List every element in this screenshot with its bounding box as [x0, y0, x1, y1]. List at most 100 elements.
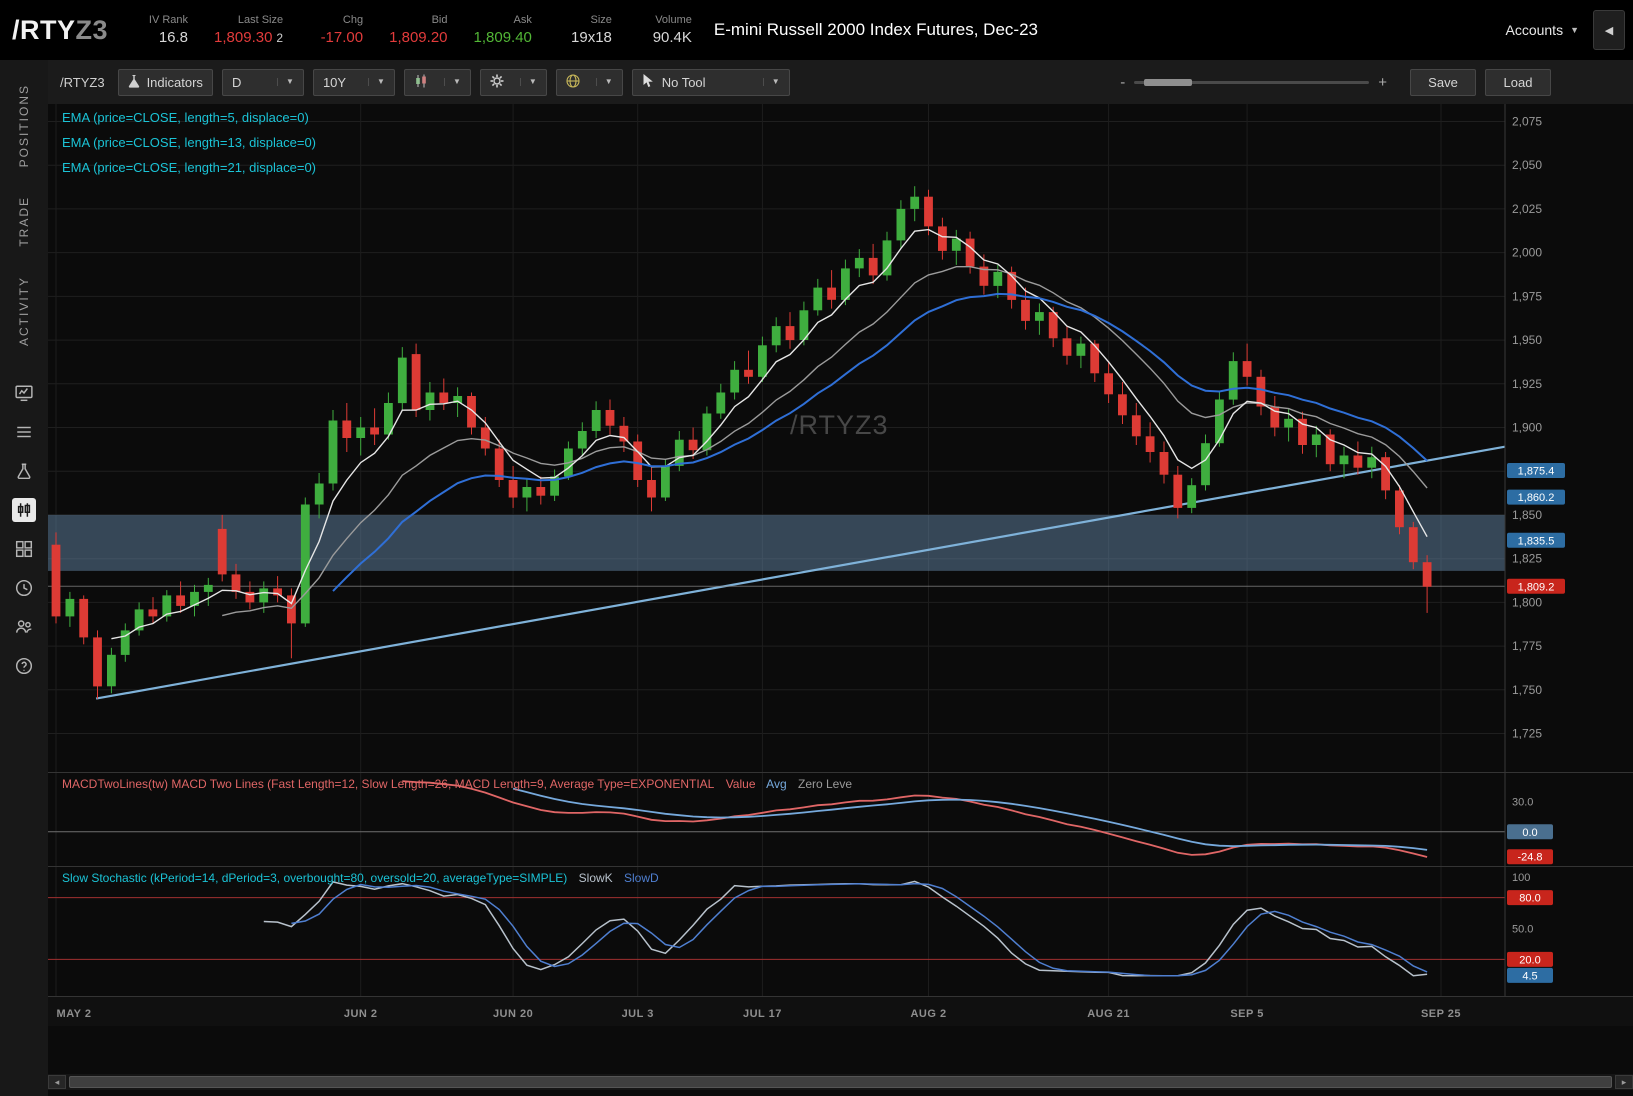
stat-volume: Volume 90.4K [638, 14, 692, 46]
help-icon[interactable] [12, 654, 36, 678]
stoch-panel-canvas[interactable]: 10050.080.020.04.5 [48, 866, 1633, 996]
macd-legend: MACDTwoLines(tw) MACD Two Lines (Fast Le… [62, 777, 860, 791]
stat-value: 1,809.20 [389, 29, 447, 46]
stat-label: Bid [432, 14, 448, 26]
ema-5-legend: EMA (price=CLOSE, length=5, displace=0) [62, 110, 316, 125]
svg-text:1,835.5: 1,835.5 [1518, 535, 1555, 547]
stat-label: Ask [514, 14, 532, 26]
left-sidebar: POSITIONS TRADE ACTIVITY [0, 60, 48, 1096]
cursor-icon [642, 73, 655, 91]
ema-13-legend: EMA (price=CLOSE, length=13, displace=0) [62, 135, 316, 150]
svg-text:4.5: 4.5 [1522, 970, 1537, 982]
svg-text:1,975: 1,975 [1512, 289, 1542, 303]
scroll-left-button[interactable]: ◂ [48, 1075, 66, 1089]
list-icon[interactable] [12, 420, 36, 444]
stat-label: Last Size [238, 14, 283, 26]
chart-candles-icon[interactable] [12, 498, 36, 522]
svg-text:1,950: 1,950 [1512, 333, 1542, 347]
stoch-legend-k: SlowK [579, 871, 613, 885]
macd-legend-zero: Zero Leve [798, 777, 852, 791]
svg-text:AUG 2: AUG 2 [910, 1008, 946, 1020]
flask-icon [128, 74, 140, 91]
symbol-title: /RTYZ3 [12, 15, 108, 46]
chart-settings-button[interactable]: ▼ [480, 69, 547, 96]
stat-label: IV Rank [149, 14, 188, 26]
svg-text:1,900: 1,900 [1512, 421, 1542, 435]
save-button[interactable]: Save [1410, 69, 1476, 96]
stat-ask: Ask 1,809.40 [474, 14, 532, 46]
stat-value: 1,809.40 [474, 29, 532, 46]
svg-text:1,775: 1,775 [1512, 639, 1542, 653]
stat-value: 90.4K [653, 29, 692, 46]
gear-icon [490, 74, 504, 91]
svg-text:80.0: 80.0 [1519, 893, 1540, 905]
accounts-label: Accounts [1505, 22, 1563, 38]
sidebar-icons [12, 381, 36, 678]
timeframe-dropdown[interactable]: D ▼ [222, 69, 304, 96]
load-button[interactable]: Load [1485, 69, 1551, 96]
chevron-down-icon: ▼ [596, 78, 613, 86]
sidebar-tab-positions[interactable]: POSITIONS [17, 84, 31, 172]
svg-text:1,725: 1,725 [1512, 727, 1542, 741]
ema-21-legend: EMA (price=CLOSE, length=21, displace=0) [62, 160, 316, 175]
stat-label: Size [590, 14, 611, 26]
ema-legend: EMA (price=CLOSE, length=5, displace=0) … [62, 110, 316, 185]
last-size-qty: 2 [276, 31, 283, 45]
svg-text:-24.8: -24.8 [1517, 852, 1542, 864]
horizontal-scrollbar[interactable]: ◂ ▸ [48, 1074, 1633, 1090]
svg-text:2,000: 2,000 [1512, 246, 1542, 260]
candlestick-icon [414, 74, 428, 91]
price-chart-canvas[interactable]: /RTYZ32,0752,0502,0252,0001,9751,9501,92… [48, 104, 1633, 772]
header-right: Accounts ▼ ◀ [1505, 10, 1625, 50]
scroll-right-button[interactable]: ▸ [1615, 1075, 1633, 1089]
svg-text:50.0: 50.0 [1512, 924, 1533, 936]
stoch-legend-main: Slow Stochastic (kPeriod=14, dPeriod=3, … [62, 871, 567, 885]
stoch-legend-d: SlowD [624, 871, 659, 885]
svg-text:2,075: 2,075 [1512, 115, 1542, 129]
range-dropdown[interactable]: 10Y ▼ [313, 69, 395, 96]
collapse-panel-button[interactable]: ◀ [1593, 10, 1625, 50]
stat-label: Chg [343, 14, 363, 26]
drawing-tool-dropdown[interactable]: No Tool ▼ [632, 69, 790, 96]
chart-toolbar: /RTYZ3 Indicators D ▼ 10Y ▼ ▼ ▼ [48, 60, 1633, 104]
flask-icon[interactable] [12, 459, 36, 483]
chart-type-dropdown[interactable]: ▼ [404, 69, 471, 96]
zoom-in-button[interactable]: + [1378, 74, 1387, 91]
stat-value: -17.00 [321, 29, 364, 46]
quote-stats: IV Rank 16.8 Last Size 1,809.302 Chg -17… [134, 14, 692, 46]
zoom-out-button[interactable]: - [1120, 74, 1125, 91]
stat-value: 1,809.302 [214, 29, 283, 46]
svg-text:SEP 25: SEP 25 [1421, 1008, 1461, 1020]
svg-text:20.0: 20.0 [1519, 954, 1540, 966]
grid-icon[interactable] [12, 537, 36, 561]
symbol-suffix: Z3 [76, 15, 109, 45]
svg-text:1,925: 1,925 [1512, 377, 1542, 391]
svg-text:1,750: 1,750 [1512, 683, 1542, 697]
stat-value: 16.8 [159, 29, 188, 46]
indicators-button[interactable]: Indicators [118, 69, 213, 96]
clock-icon[interactable] [12, 576, 36, 600]
header: /RTYZ3 IV Rank 16.8 Last Size 1,809.302 … [0, 0, 1633, 60]
svg-text:MAY 2: MAY 2 [57, 1008, 92, 1020]
zoom-slider[interactable] [1134, 81, 1369, 84]
scrollbar-thumb[interactable] [69, 1076, 1612, 1088]
macd-legend-value: Value [726, 777, 756, 791]
globe-style-dropdown[interactable]: ▼ [556, 69, 623, 96]
accounts-dropdown[interactable]: Accounts ▼ [1505, 22, 1579, 38]
macd-legend-avg: Avg [766, 777, 786, 791]
zoom-slider-handle[interactable] [1144, 79, 1192, 86]
toolbar-symbol-label: /RTYZ3 [60, 75, 105, 90]
monitor-chart-icon[interactable] [12, 381, 36, 405]
sidebar-tab-activity[interactable]: ACTIVITY [17, 276, 31, 351]
svg-text:1,850: 1,850 [1512, 508, 1542, 522]
svg-text:1,800: 1,800 [1512, 595, 1542, 609]
stat-change: Chg -17.00 [309, 14, 363, 46]
people-icon[interactable] [12, 615, 36, 639]
svg-text:AUG 21: AUG 21 [1087, 1008, 1130, 1020]
sidebar-tab-trade[interactable]: TRADE [17, 196, 31, 252]
chevron-down-icon: ▼ [277, 78, 294, 86]
svg-text:SEP 5: SEP 5 [1230, 1008, 1264, 1020]
stat-iv-rank: IV Rank 16.8 [134, 14, 188, 46]
symbol-root: /RTY [12, 15, 76, 45]
svg-text:JUN 2: JUN 2 [344, 1008, 378, 1020]
